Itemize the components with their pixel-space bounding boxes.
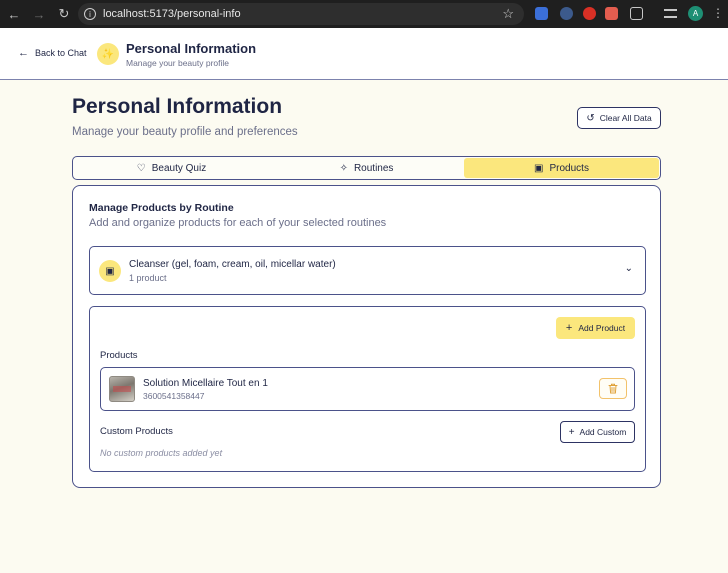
header-subtitle: Manage your beauty profile: [126, 58, 230, 68]
chevron-down-icon[interactable]: ⌄: [625, 263, 633, 274]
box-icon: ▣: [99, 260, 121, 282]
browser-menu-icon[interactable]: ⋮: [712, 6, 724, 20]
routine-product-count: 1 product: [129, 273, 167, 283]
arrow-left-icon: ←: [18, 47, 29, 59]
product-thumbnail: [109, 376, 135, 402]
delete-product-button[interactable]: [599, 378, 627, 399]
translate-extension-icon[interactable]: [535, 7, 548, 20]
bookmark-star-icon[interactable]: ☆: [502, 6, 514, 22]
sparkle-logo-icon: ✨: [97, 43, 119, 65]
address-bar[interactable]: i localhost:5173/personal-info ☆: [78, 3, 524, 25]
reset-icon: ↺: [586, 112, 595, 124]
product-barcode: 3600541358447: [143, 391, 205, 401]
reading-list-icon[interactable]: [664, 9, 677, 18]
routine-name: Cleanser (gel, foam, cream, oil, micella…: [129, 259, 336, 270]
site-info-icon[interactable]: i: [84, 8, 96, 20]
url-text[interactable]: localhost:5173/personal-info: [103, 8, 241, 20]
tab-beauty-quiz[interactable]: ♡ Beauty Quiz: [74, 158, 269, 178]
manage-products-card: Manage Products by Routine Add and organ…: [72, 185, 661, 488]
extensions-puzzle-icon[interactable]: [630, 7, 643, 20]
tab-label: Routines: [353, 162, 394, 174]
app-header: ← Back to Chat ✨ Personal Information Ma…: [0, 28, 728, 80]
routine-accordion-cleanser[interactable]: ▣ Cleanser (gel, foam, cream, oil, micel…: [89, 246, 646, 295]
page-subtitle: Manage your beauty profile and preferenc…: [72, 126, 298, 138]
sparkles-icon: ✧: [339, 162, 348, 174]
routine-products-panel: + Add Product Products Solution Micellai…: [89, 306, 646, 472]
card-subtitle: Add and organize products for each of yo…: [89, 217, 387, 229]
custom-products-empty-state: No custom products added yet: [100, 448, 223, 458]
tab-bar: ♡ Beauty Quiz ✧ Routines ▣ Products: [72, 156, 661, 180]
clear-all-data-button[interactable]: ↺ Clear All Data: [577, 107, 661, 129]
box-icon: ▣: [534, 162, 544, 174]
reload-icon[interactable]: ↻: [53, 3, 75, 25]
browser-toolbar: ← → ↻ i localhost:5173/personal-info ☆ A…: [0, 0, 728, 28]
product-name: Solution Micellaire Tout en 1: [143, 378, 268, 389]
tab-label: Beauty Quiz: [151, 162, 207, 174]
tab-routines[interactable]: ✧ Routines: [269, 158, 464, 178]
add-custom-label: Add Custom: [579, 427, 627, 437]
tab-products[interactable]: ▣ Products: [464, 158, 659, 178]
add-product-button[interactable]: + Add Product: [556, 317, 635, 339]
add-product-label: Add Product: [578, 323, 626, 333]
tab-label: Products: [549, 162, 589, 174]
plus-icon: +: [565, 322, 573, 334]
screenshot-extension-icon[interactable]: [605, 7, 618, 20]
back-to-chat-button[interactable]: ← Back to Chat: [18, 47, 87, 59]
custom-products-section-label: Custom Products: [100, 426, 173, 437]
header-title: Personal Information: [126, 41, 257, 56]
product-item: Solution Micellaire Tout en 1 3600541358…: [100, 367, 635, 411]
card-title: Manage Products by Routine: [89, 202, 234, 214]
back-to-chat-label: Back to Chat: [35, 48, 87, 58]
profile-avatar[interactable]: A: [688, 6, 703, 21]
page-title: Personal Information: [72, 95, 283, 118]
add-custom-button[interactable]: + Add Custom: [560, 421, 635, 443]
red-extension-icon[interactable]: [583, 7, 596, 20]
forward-arrow-icon[interactable]: →: [28, 3, 50, 25]
password-extension-icon[interactable]: [560, 7, 573, 20]
clear-all-data-label: Clear All Data: [599, 113, 652, 123]
trash-icon: [608, 383, 618, 394]
back-arrow-icon[interactable]: ←: [3, 3, 25, 25]
heart-icon: ♡: [136, 162, 146, 174]
plus-icon: +: [568, 426, 575, 438]
products-section-label: Products: [100, 350, 138, 361]
